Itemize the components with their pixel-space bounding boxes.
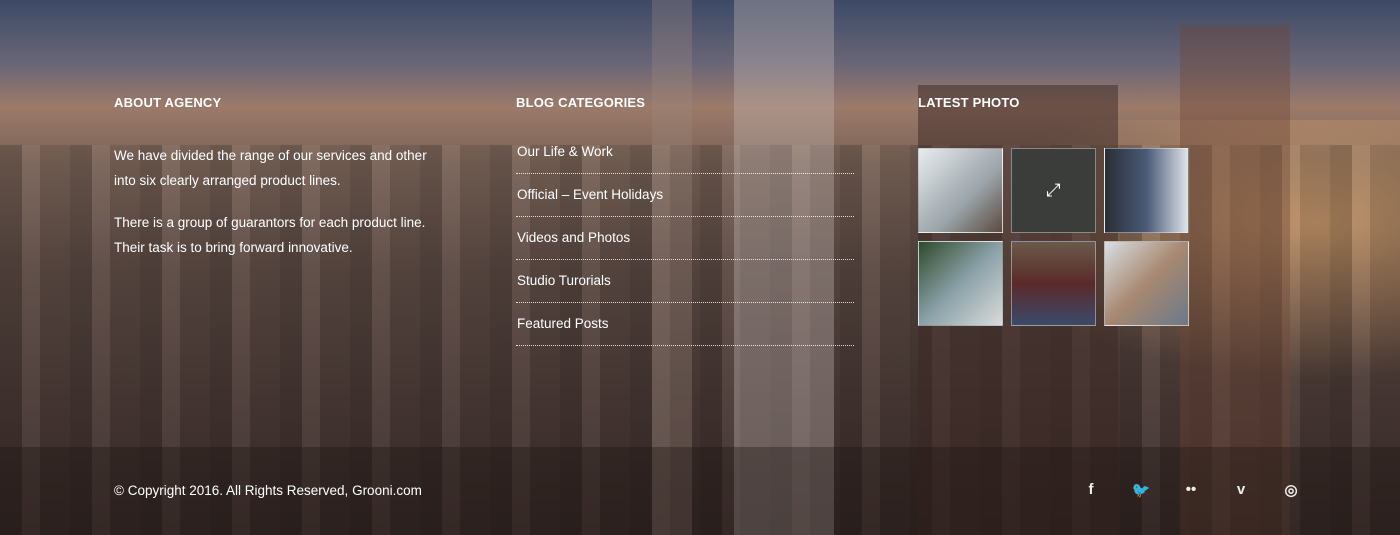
dribbble-icon[interactable]: ◎ xyxy=(1266,481,1316,499)
footer-bar: © Copyright 2016. All Rights Reserved, G… xyxy=(0,447,1400,535)
photo-thumbnail[interactable] xyxy=(1104,241,1189,326)
photo-thumbnail-hovered[interactable]: ⤢ xyxy=(1011,148,1096,233)
social-links: f 🐦 •• v ◎ xyxy=(1066,481,1316,499)
photo-thumbnail[interactable] xyxy=(918,148,1003,233)
facebook-icon[interactable]: f xyxy=(1066,481,1116,499)
about-title: ABOUT AGENCY xyxy=(114,95,222,110)
latest-photo-section: LATEST PHOTO ⤢ xyxy=(918,95,1189,326)
photo-thumbnail[interactable] xyxy=(918,241,1003,326)
about-paragraph: There is a group of guarantors for each … xyxy=(114,215,426,255)
vimeo-icon[interactable]: v xyxy=(1216,481,1266,499)
about-paragraph: We have divided the range of our service… xyxy=(114,148,427,188)
category-link[interactable]: Studio Turorials xyxy=(516,260,854,303)
blog-title: BLOG CATEGORIES xyxy=(516,95,646,110)
category-link[interactable]: Official – Event Holidays xyxy=(516,174,854,217)
twitter-icon[interactable]: 🐦 xyxy=(1116,481,1166,499)
category-link[interactable]: Our Life & Work xyxy=(516,142,854,174)
copyright-text: © Copyright 2016. All Rights Reserved, G… xyxy=(114,483,422,498)
about-section: ABOUT AGENCY We have divided the range o… xyxy=(114,95,444,260)
flickr-icon[interactable]: •• xyxy=(1166,481,1216,499)
category-link[interactable]: Videos and Photos xyxy=(516,217,854,260)
photo-thumbnail[interactable] xyxy=(1011,241,1096,326)
blog-categories-section: BLOG CATEGORIES Our Life & Work Official… xyxy=(516,95,854,346)
expand-icon: ⤢ xyxy=(1046,180,1061,200)
category-link[interactable]: Featured Posts xyxy=(516,303,854,346)
photo-thumbnail[interactable] xyxy=(1104,148,1189,233)
photo-title: LATEST PHOTO xyxy=(918,95,1020,110)
